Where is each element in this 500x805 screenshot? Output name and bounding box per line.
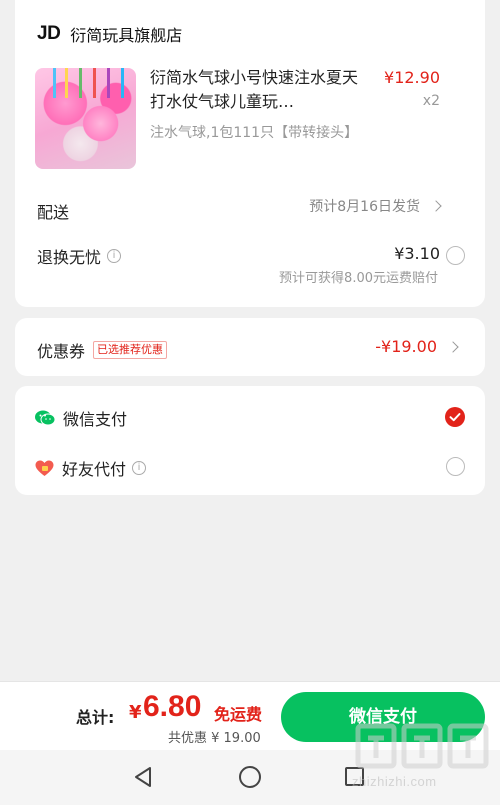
payment-methods: 微信支付 好友代付 i — [15, 386, 485, 495]
delivery-date: 预计8月16日发货 — [309, 199, 420, 215]
return-service-price: ¥3.10 — [394, 244, 440, 263]
total-label: 总计: — [76, 708, 115, 727]
product-price: ¥12.90 — [384, 68, 440, 87]
total-amount: 6.80 — [143, 690, 202, 723]
coupon-value-group: -¥19.00 — [375, 337, 459, 356]
chevron-right-icon — [447, 340, 459, 353]
shipping-note: 免运费 — [214, 705, 263, 724]
chevron-right-icon — [430, 200, 442, 212]
discount-summary[interactable]: 共优惠 ¥ 19.00 — [168, 727, 261, 746]
friend-pay-icon — [35, 460, 54, 476]
return-service-note: 预计可获得8.00元运费赔付 — [279, 271, 438, 286]
jd-logo: JD — [37, 23, 61, 44]
coupon-label-group: 优惠券 已选推荐优惠 — [37, 338, 168, 362]
product-spec: 注水气球,1包111只【带转接头】 — [150, 125, 359, 141]
balloon-string — [65, 68, 68, 98]
product-image[interactable] — [35, 68, 136, 169]
store-header[interactable]: JD 衍简玩具旗舰店 — [37, 22, 182, 46]
order-item-card: JD 衍简玩具旗舰店 衍简水气球小号快速注水夏天打水仗气球儿童玩… ¥12.90… — [15, 0, 485, 307]
return-service-row: 退换无忧 i — [37, 244, 122, 268]
delivery-label: 配送 — [37, 203, 70, 222]
balloon-string — [93, 68, 96, 98]
watermark: zhizhizhi.com — [352, 720, 492, 800]
coupon-value: -¥19.00 — [375, 337, 437, 356]
delivery-selector[interactable]: 预计8月16日发货 — [309, 196, 442, 216]
balloon-string — [107, 68, 110, 98]
return-service-label: 退换无忧 — [37, 248, 102, 267]
info-icon[interactable]: i — [107, 249, 122, 263]
home-icon[interactable] — [239, 766, 261, 788]
store-name[interactable]: 衍简玩具旗舰店 — [70, 22, 182, 46]
coupon-row[interactable]: 优惠券 已选推荐优惠 -¥19.00 — [15, 318, 485, 376]
payment-option-wechat[interactable]: 微信支付 — [35, 406, 127, 430]
payment-label-wechat: 微信支付 — [63, 410, 128, 429]
coupon-label: 优惠券 — [37, 342, 86, 361]
balloon-string — [121, 68, 124, 98]
product-title[interactable]: 衍简水气球小号快速注水夏天打水仗气球儿童玩… — [150, 66, 360, 114]
payment-label-friend: 好友代付 — [62, 460, 127, 479]
return-service-radio[interactable] — [446, 246, 465, 265]
balloon-string — [79, 68, 82, 98]
product-quantity: x2 — [422, 93, 440, 109]
coupon-badge: 已选推荐优惠 — [93, 341, 168, 359]
wechat-icon — [35, 410, 55, 426]
watermark-text: zhizhizhi.com — [352, 774, 437, 789]
back-icon[interactable] — [133, 766, 153, 788]
currency-symbol: ¥ — [129, 702, 142, 723]
info-icon[interactable]: i — [132, 461, 147, 475]
watermark-logo — [355, 723, 489, 769]
payment-selected-check-icon[interactable] — [445, 407, 465, 427]
balloon-string — [53, 68, 56, 98]
payment-radio-friend[interactable] — [446, 457, 465, 476]
payment-option-friend[interactable]: 好友代付 i — [35, 456, 147, 480]
